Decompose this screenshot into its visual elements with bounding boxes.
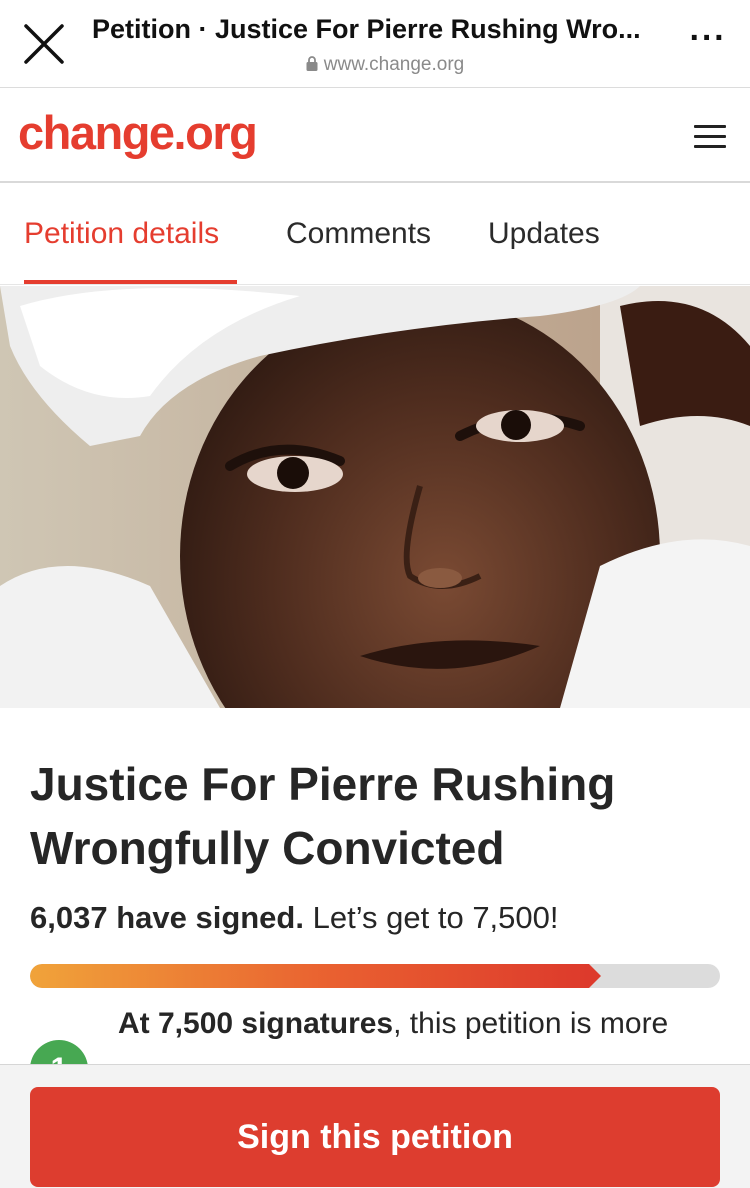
signature-count: 6,037 have signed.: [30, 900, 304, 935]
petition-photo: [0, 286, 750, 708]
milestone-bold: At 7,500 signatures: [118, 1007, 394, 1040]
sign-petition-button[interactable]: Sign this petition: [30, 1087, 720, 1187]
signature-goal: Let’s get to 7,500!: [312, 900, 559, 935]
progress-fill: [30, 964, 601, 988]
more-icon[interactable]: ···: [688, 21, 728, 56]
active-tab-indicator: [24, 280, 237, 284]
tab-updates[interactable]: Updates: [488, 217, 600, 251]
url-text: www.change.org: [323, 54, 465, 75]
browser-page-title: Petition · Justice For Pierre Rushing Wr…: [92, 14, 641, 44]
sticky-footer: Sign this petition: [0, 1064, 750, 1188]
petition-tabs: Petition details Comments Updates: [0, 185, 750, 285]
milestone-rest: , this petition is more: [393, 1007, 669, 1040]
lock-icon: [306, 55, 318, 71]
tab-petition-details[interactable]: Petition details: [24, 217, 219, 251]
signature-progress-bar: [30, 964, 720, 988]
milestone-text: At 7,500 signatures, this petition is mo…: [118, 1004, 728, 1044]
signature-count-line: 6,037 have signed. Let’s get to 7,500!: [30, 900, 720, 936]
site-logo[interactable]: change.org: [18, 105, 258, 160]
site-header: change.org: [0, 89, 750, 183]
browser-bar: Petition · Justice For Pierre Rushing Wr…: [0, 0, 750, 88]
tab-comments[interactable]: Comments: [286, 217, 431, 251]
url-display[interactable]: www.change.org: [0, 54, 750, 76]
menu-icon[interactable]: [694, 125, 730, 151]
petition-title: Justice For Pierre Rushing Wrongfully Co…: [30, 758, 616, 874]
